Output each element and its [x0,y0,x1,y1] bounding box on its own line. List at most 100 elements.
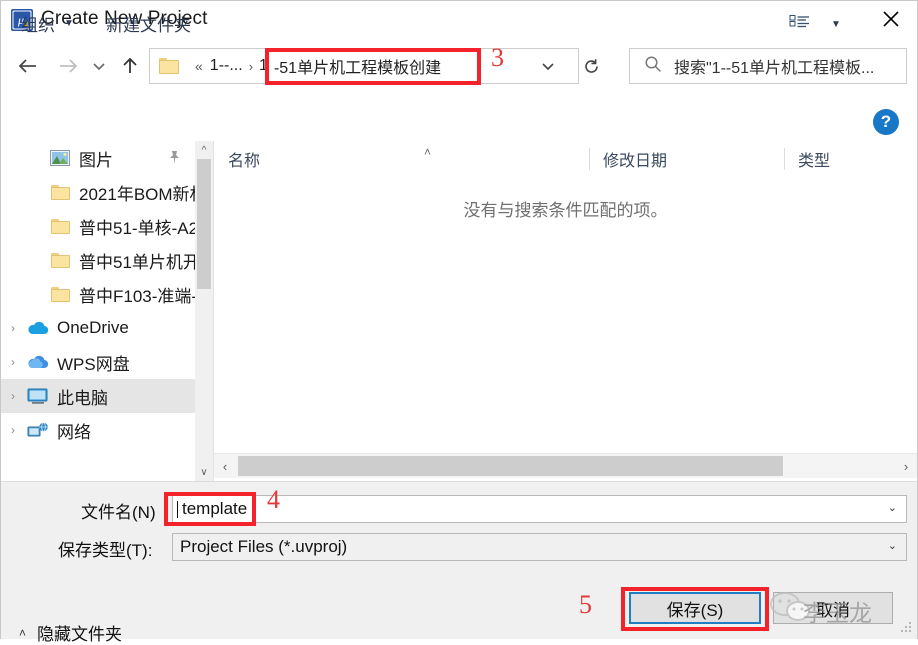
column-divider[interactable] [784,148,785,170]
refresh-icon [584,58,598,73]
save-button[interactable]: 保存(S) [629,592,761,624]
filename-label: 文件名(N) [81,503,156,522]
address-bar[interactable]: « 1--... › 1 -51单片机工程模板创建 [149,48,579,84]
empty-list-message: 没有与搜索条件匹配的项。 [463,201,668,220]
search-input[interactable]: 搜索"1--51单片机工程模板... [629,48,907,84]
column-header-2[interactable]: 类型 [784,141,917,177]
expander-icon[interactable]: › [1,321,25,335]
folder-icon [50,184,70,200]
new-folder-button[interactable]: 新建文件夹 [106,11,191,36]
folder-icon [50,286,70,302]
sidebar-item-label: 普中F103-准端- [79,286,197,306]
sidebar-item-5[interactable]: › OneDrive [1,311,197,345]
chevron-down-icon[interactable]: ⌄ [888,501,897,514]
sidebar-item-label: 普中51-单核-A2 [79,218,197,238]
column-divider[interactable] [589,148,590,170]
horizontal-scrollbar-thumb[interactable] [238,456,783,476]
scroll-up-icon[interactable]: ^ [195,141,213,159]
sidebar-item-label: 图片 [79,150,113,170]
column-header-1[interactable]: 修改日期 [589,141,784,177]
command-toolbar [1,99,917,142]
column-header-row: 名称 修改日期 类型 [214,141,917,177]
column-header-label: 类型 [798,153,831,170]
recent-locations-button[interactable] [87,51,111,81]
filename-value: template [182,499,248,518]
column-header-0[interactable]: 名称 [214,141,589,177]
pin-icon[interactable] [168,150,181,168]
sidebar-item-label: 2021年BOM新材 [79,184,197,204]
network-icon [25,421,51,439]
wps-cloud-icon [25,355,51,370]
breadcrumb-separator: › [248,58,254,74]
view-options-button[interactable] [789,14,811,37]
scroll-right-icon[interactable]: › [895,454,917,478]
sidebar-item-7[interactable]: › 此电脑 [1,379,197,413]
scroll-left-icon[interactable]: ‹ [214,454,236,478]
scroll-down-icon[interactable]: ∨ [195,463,213,481]
chevron-down-icon: ▼ [64,18,74,29]
filetype-label: 保存类型(T): [58,541,153,560]
sidebar-item-3[interactable]: 普中51单片机开 [1,243,197,277]
close-button[interactable] [865,1,917,37]
network-icon [27,421,48,436]
arrow-up-icon [123,57,137,73]
expander-icon[interactable]: › [1,423,25,437]
organize-label: 组织 [21,16,55,35]
sidebar-item-4[interactable]: 普中F103-准端- [1,277,197,311]
save-button-label: 保存(S) [666,600,724,620]
cloud-icon [25,321,51,336]
breadcrumb-overflow[interactable]: « [195,58,203,74]
new-folder-label: 新建文件夹 [106,16,191,35]
folder-icon [47,286,73,302]
expander-icon[interactable]: › [1,389,25,403]
folder-icon [159,58,179,74]
view-options-caret-icon[interactable]: ▼ [831,19,841,30]
hide-folders-label: 隐藏文件夹 [37,625,123,644]
sidebar-item-0[interactable]: 图片 [1,141,197,175]
filetype-select[interactable]: Project Files (*.uvproj) ⌄ [172,533,907,561]
sidebar-item-label: 普中51单片机开 [79,252,197,272]
hide-folders-button[interactable]: ˄ 隐藏文件夹 [19,620,122,645]
resize-grip[interactable] [901,622,913,634]
back-button[interactable] [11,51,45,81]
cancel-button[interactable]: 取消 [773,592,893,624]
arrow-right-icon [60,59,78,73]
column-header-label: 修改日期 [603,153,668,170]
organize-button[interactable]: 组织 ▼ [21,11,74,36]
file-list-pane: 名称 修改日期 类型 ˄ 没有与搜索条件匹配的项。 [214,141,917,481]
dialog-body: 图片 2021年BOM新材 普中51-单核-A2 普中51单片机开 普中F103-准端-… [1,141,917,481]
sidebar-item-label: OneDrive [57,318,129,337]
breadcrumb-current[interactable]: -51单片机工程模板创建 [274,54,441,78]
address-dropdown-button[interactable] [529,48,567,84]
search-icon [644,55,662,78]
folder-icon [47,184,73,200]
arrow-left-icon [18,59,36,73]
breadcrumb-item-1[interactable]: 1 [259,57,268,75]
up-button[interactable] [113,51,147,81]
view-list-icon [789,15,809,28]
sidebar-item-1[interactable]: 2021年BOM新材 [1,175,197,209]
cloud-icon [28,321,49,334]
file-list-horizontal-scrollbar[interactable]: ‹ › [214,453,917,478]
chevron-down-icon [542,62,554,70]
sidebar-item-6[interactable]: › WPS网盘 [1,345,197,379]
folder-icon [50,218,70,234]
navigation-pane-scrollbar[interactable]: ^ ∨ [195,141,213,481]
forward-button[interactable] [51,51,85,81]
chevron-down-icon [93,63,105,71]
sort-indicator-icon: ˄ [424,145,432,159]
folder-icon [47,218,73,234]
sidebar-item-2[interactable]: 普中51-单核-A2 [1,209,197,243]
picture-icon [50,150,70,166]
chevron-down-icon[interactable]: ⌄ [888,539,897,552]
wps-cloud-icon [28,355,49,368]
sidebar-item-label: 网络 [57,422,91,442]
picture-icon [47,150,73,166]
scrollbar-thumb[interactable] [197,159,211,289]
refresh-button[interactable] [571,48,611,84]
breadcrumb-item-0[interactable]: 1--... [210,57,243,75]
help-icon[interactable]: ? [873,109,899,135]
expander-icon[interactable]: › [1,355,25,369]
sidebar-item-8[interactable]: › 网络 [1,413,197,447]
filename-input[interactable]: template ⌄ [172,495,907,523]
